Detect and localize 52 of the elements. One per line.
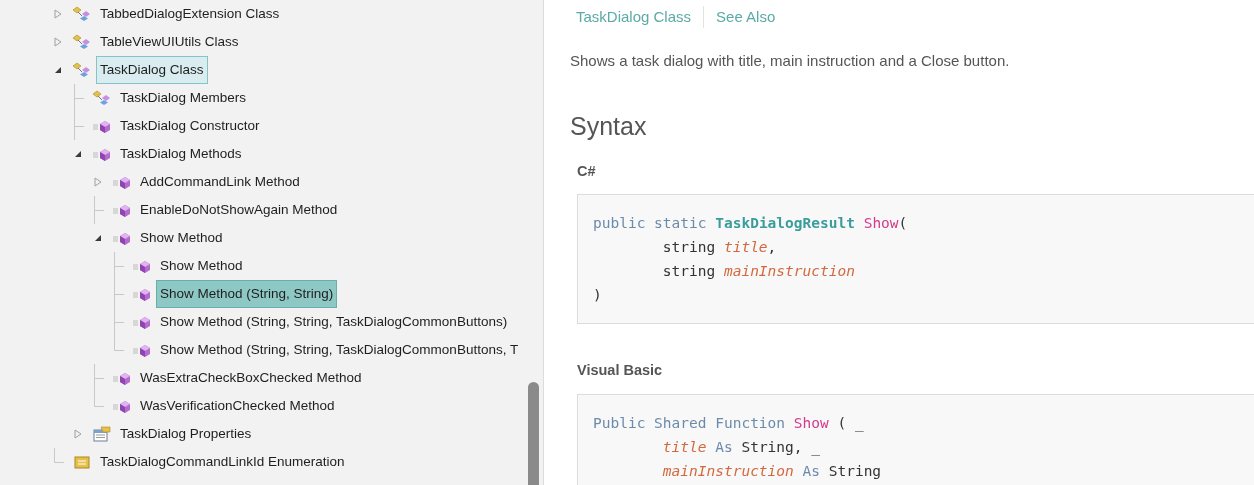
code-line: mainInstruction As String — [661, 462, 882, 481]
tree-item[interactable]: Show Method (String, String, TaskDialogCommonButtons, T — [156, 335, 523, 365]
tree-line — [54, 448, 64, 463]
tree-item[interactable]: AddCommandLink Method — [136, 167, 304, 197]
method-icon — [132, 286, 152, 302]
method-icon — [132, 314, 152, 330]
scrollbar-thumb[interactable] — [528, 382, 539, 485]
tree-item[interactable]: TaskDialogCommandLinkId Enumeration — [96, 447, 349, 477]
tree-item[interactable]: TaskDialog Constructor — [116, 111, 264, 141]
method-icon — [92, 146, 112, 162]
class-icon — [72, 34, 92, 50]
tree-line — [94, 196, 104, 224]
method-icon — [112, 202, 132, 218]
method-icon — [112, 370, 132, 386]
code-line: Public Shared Function Show ( _ — [593, 414, 864, 434]
language-label: Visual Basic — [577, 361, 664, 381]
tree-item[interactable]: Show Method (String, String, TaskDialogCommonButtons) — [156, 307, 512, 337]
tree-item[interactable]: TabbedDialogExtension Class — [96, 0, 284, 29]
tree-item[interactable]: Show Method (String, String) — [156, 279, 338, 309]
tree-item[interactable]: TaskDialog Properties — [116, 419, 256, 449]
tree-item[interactable]: TaskDialog Class — [96, 55, 208, 85]
tree-line — [114, 252, 124, 280]
tree-item[interactable]: EnableDoNotShowAgain Method — [136, 195, 342, 225]
code-line: public static TaskDialogResult Show( — [593, 214, 908, 234]
tree-item[interactable]: Show Method — [156, 251, 247, 281]
code-line: string title, — [661, 238, 777, 258]
tree-item[interactable]: TaskDialog Members — [116, 83, 251, 113]
description-text: Shows a task dialog with title, main instruction and a Close button. — [570, 51, 1011, 71]
method-icon — [112, 174, 132, 190]
tree-item[interactable]: WasVerificationChecked Method — [136, 391, 339, 421]
method-icon — [132, 258, 152, 274]
enumeration-icon — [72, 454, 92, 470]
properties-icon — [92, 426, 112, 442]
method-icon — [132, 342, 152, 358]
tree-line — [114, 280, 124, 308]
code-line: ) — [593, 286, 602, 306]
code-line: title As String, _ — [661, 438, 820, 458]
method-icon — [92, 118, 112, 134]
method-icon — [112, 398, 132, 414]
tree-item[interactable]: TableViewUIUtils Class — [96, 27, 243, 57]
class-icon — [72, 6, 92, 22]
tree-line — [74, 84, 84, 112]
class-icon — [72, 62, 92, 78]
language-label: C# — [577, 161, 597, 181]
class-icon — [92, 90, 112, 106]
code-line: string mainInstruction — [661, 262, 855, 282]
tree-item[interactable]: Show Method — [136, 223, 227, 253]
tree-item[interactable]: TaskDialog Methods — [116, 139, 246, 169]
tree-line — [74, 112, 84, 140]
method-icon — [112, 230, 132, 246]
tree-item[interactable]: WasExtraCheckBoxChecked Method — [136, 363, 366, 393]
section-heading: Syntax — [570, 110, 648, 141]
